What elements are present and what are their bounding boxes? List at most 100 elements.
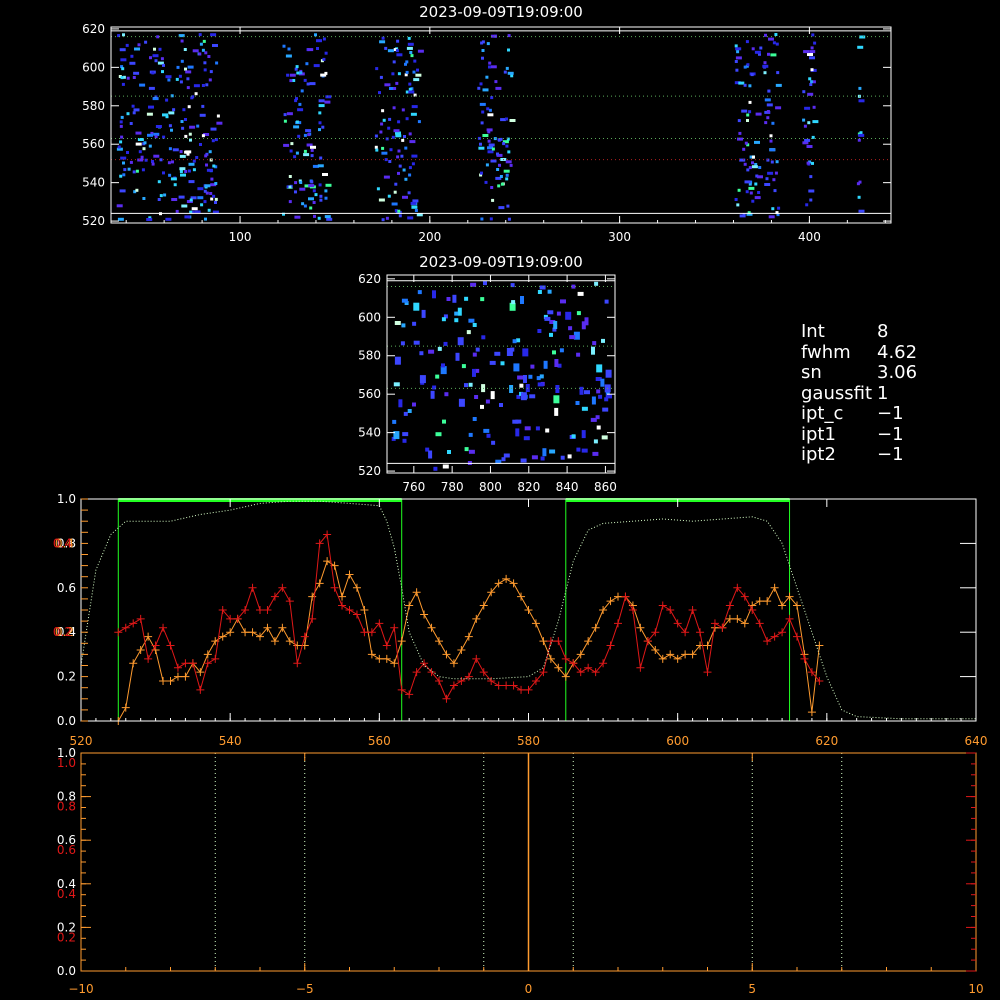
heatmap-cell <box>478 146 485 150</box>
heatmap-cell <box>186 86 190 90</box>
heatmap-cell <box>146 218 153 221</box>
heatmap-cell <box>486 107 490 111</box>
heatmap-cell <box>189 198 193 202</box>
x-tick-label: 640 <box>965 734 988 748</box>
heatmap-cell <box>509 119 516 122</box>
heatmap-cell <box>479 142 482 146</box>
y-tick-label: 540 <box>358 426 381 440</box>
heatmap-cell <box>524 426 531 431</box>
heatmap-cell <box>296 71 300 75</box>
heatmap-cell <box>567 454 572 459</box>
heatmap-cell <box>414 209 418 212</box>
heatmap-cell <box>381 151 388 155</box>
heatmap-cell <box>766 116 770 120</box>
x-tick-label: −5 <box>296 982 314 996</box>
heatmap-cell <box>406 46 413 50</box>
heatmap-cell <box>498 206 505 210</box>
heatmap-cell <box>310 145 316 149</box>
heatmap-cell <box>197 187 204 191</box>
heatmap-cell <box>397 209 401 213</box>
heatmap-cell <box>288 185 292 189</box>
heatmap-cell <box>215 61 219 65</box>
info-row: ipt_c −1 <box>801 403 917 425</box>
heatmap-cell <box>134 47 140 51</box>
heatmap-cell <box>211 139 215 143</box>
heatmap-cell <box>116 204 123 208</box>
heatmap-cell <box>286 112 293 116</box>
heatmap-cell <box>151 160 154 163</box>
heatmap-cell <box>294 190 297 194</box>
heatmap-cell <box>770 160 774 164</box>
heatmap-cell <box>392 106 396 110</box>
heatmap-cell <box>148 86 155 90</box>
heatmap-cell <box>472 323 477 327</box>
heatmap-cell <box>766 103 773 107</box>
heatmap-cell <box>774 33 778 36</box>
heatmap-cell <box>751 199 755 203</box>
heatmap-cell <box>768 37 774 41</box>
heatmap-cell <box>396 155 400 159</box>
heatmap-cell <box>129 61 136 65</box>
heatmap-cell <box>454 311 459 316</box>
info-row: sn 3.06 <box>801 362 917 384</box>
heatmap-cell <box>303 133 307 137</box>
heatmap-cell <box>183 48 187 51</box>
heatmap-cell <box>201 104 205 108</box>
heatmap-cell <box>569 335 576 340</box>
info-value: −1 <box>877 444 904 465</box>
heatmap-cell <box>776 71 780 75</box>
heatmap-cell <box>495 86 502 90</box>
heatmap-cell <box>288 175 292 178</box>
heatmap-cell <box>738 131 742 135</box>
heatmap-cell <box>539 374 544 379</box>
heatmap-cell <box>168 111 175 115</box>
heatmap-cell <box>547 310 554 315</box>
heatmap-cell <box>759 46 763 50</box>
heatmap-cell <box>772 178 776 182</box>
heatmap-cell <box>154 135 158 139</box>
heatmap-cell <box>484 180 488 184</box>
heatmap-cell <box>184 215 191 219</box>
heatmap-cell <box>282 44 286 48</box>
info-key: gaussfit <box>801 382 873 404</box>
info-value: 1 <box>877 382 889 404</box>
heatmap-cell <box>474 395 479 399</box>
heatmap-cell <box>859 35 866 39</box>
heatmap-cell <box>593 439 598 444</box>
y-tick-label: 0.0 <box>57 964 76 978</box>
heatmap-cell <box>216 121 223 125</box>
heatmap-cell <box>491 440 496 445</box>
heatmap-cell <box>807 53 813 56</box>
heatmap-cell <box>208 78 212 82</box>
info-row: fwhm 4.62 <box>801 342 917 364</box>
heatmap-cell <box>602 407 609 412</box>
heatmap-cell <box>748 100 752 104</box>
heatmap-cell <box>168 147 172 151</box>
heatmap-cell <box>305 62 309 66</box>
heatmap-cell <box>393 87 397 90</box>
heatmap-cell <box>192 168 196 172</box>
y-tick-label: 540 <box>82 176 105 190</box>
heatmap-cell <box>212 164 216 168</box>
heatmap-cell <box>147 133 153 137</box>
heatmap-cell <box>153 47 156 51</box>
heatmap-cell <box>184 134 188 138</box>
heatmap-cell <box>212 194 216 198</box>
heatmap-top-title: 2023-09-09T19:09:00 <box>419 3 583 21</box>
heatmap-cell <box>512 339 517 344</box>
heatmap-cell <box>316 47 319 50</box>
heatmap-cell <box>210 127 217 131</box>
heatmap-cell <box>197 196 204 200</box>
heatmap-cell <box>487 139 491 143</box>
heatmap-cell <box>554 359 559 367</box>
heatmap-cell <box>387 126 391 130</box>
info-key: ipt1 <box>801 423 836 445</box>
heatmap-cell <box>156 35 160 39</box>
heatmap-cell <box>313 64 320 68</box>
heatmap-cell <box>858 99 865 103</box>
heatmap-cell <box>416 68 419 72</box>
heatmap-cell <box>318 104 325 108</box>
heatmap-cell <box>306 82 310 86</box>
heatmap-cell <box>413 340 420 345</box>
heatmap-cell <box>811 135 815 139</box>
